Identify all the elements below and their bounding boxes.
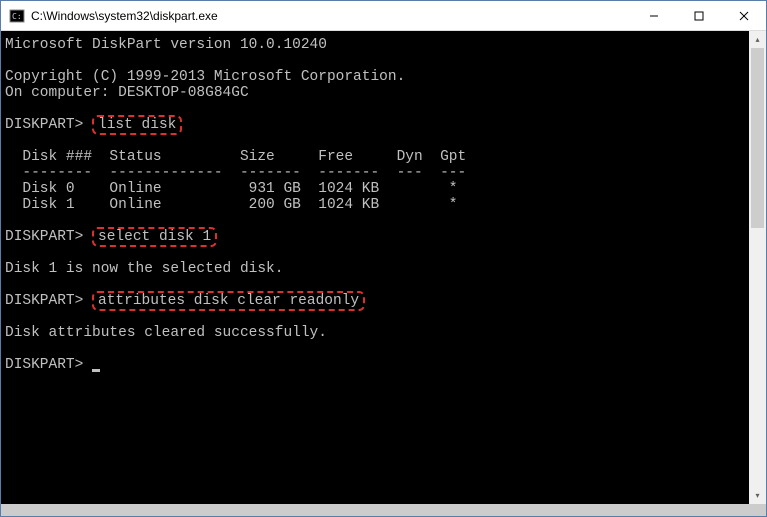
svg-text:C:: C: <box>12 12 22 21</box>
version-line: Microsoft DiskPart version 10.0.10240 <box>5 37 327 53</box>
prompt-label: DISKPART> <box>5 357 83 373</box>
maximize-button[interactable] <box>676 1 721 30</box>
command-highlight: attributes disk clear readonly <box>92 291 365 311</box>
selected-msg: Disk 1 is now the selected disk. <box>5 261 283 277</box>
bottom-strip <box>1 504 766 516</box>
prompt-label: DISKPART> <box>5 117 83 133</box>
vertical-scrollbar[interactable]: ▴ ▾ <box>749 31 766 504</box>
cmd-list-disk: list disk <box>98 117 176 133</box>
window-title: C:\Windows\system32\diskpart.exe <box>31 9 631 23</box>
console-output[interactable]: Microsoft DiskPart version 10.0.10240 Co… <box>1 31 749 504</box>
table-header: Disk ### Status Size Free Dyn Gpt <box>5 149 466 165</box>
console-area: Microsoft DiskPart version 10.0.10240 Co… <box>1 31 766 504</box>
close-button[interactable] <box>721 1 766 30</box>
table-row: Disk 1 Online 200 GB 1024 KB * <box>5 197 457 213</box>
command-highlight: list disk <box>92 115 182 135</box>
computer-line: On computer: DESKTOP-08G84GC <box>5 85 249 101</box>
titlebar-buttons <box>631 1 766 30</box>
scrollbar-thumb[interactable] <box>751 48 764 228</box>
cursor <box>92 369 100 372</box>
prompt-label: DISKPART> <box>5 293 83 309</box>
scroll-up-arrow[interactable]: ▴ <box>749 31 766 48</box>
window-frame: C: C:\Windows\system32\diskpart.exe Micr… <box>0 0 767 517</box>
console-icon: C: <box>9 8 25 24</box>
cmd-select-disk: select disk 1 <box>98 229 211 245</box>
command-highlight: select disk 1 <box>92 227 217 247</box>
table-divider: -------- ------------- ------- ------- -… <box>5 165 466 181</box>
copyright-line: Copyright (C) 1999-2013 Microsoft Corpor… <box>5 69 405 85</box>
scroll-down-arrow[interactable]: ▾ <box>749 487 766 504</box>
table-row: Disk 0 Online 931 GB 1024 KB * <box>5 181 457 197</box>
prompt-label: DISKPART> <box>5 229 83 245</box>
minimize-button[interactable] <box>631 1 676 30</box>
titlebar[interactable]: C: C:\Windows\system32\diskpart.exe <box>1 1 766 31</box>
cmd-attributes: attributes disk clear readonly <box>98 293 359 309</box>
cleared-msg: Disk attributes cleared successfully. <box>5 325 327 341</box>
